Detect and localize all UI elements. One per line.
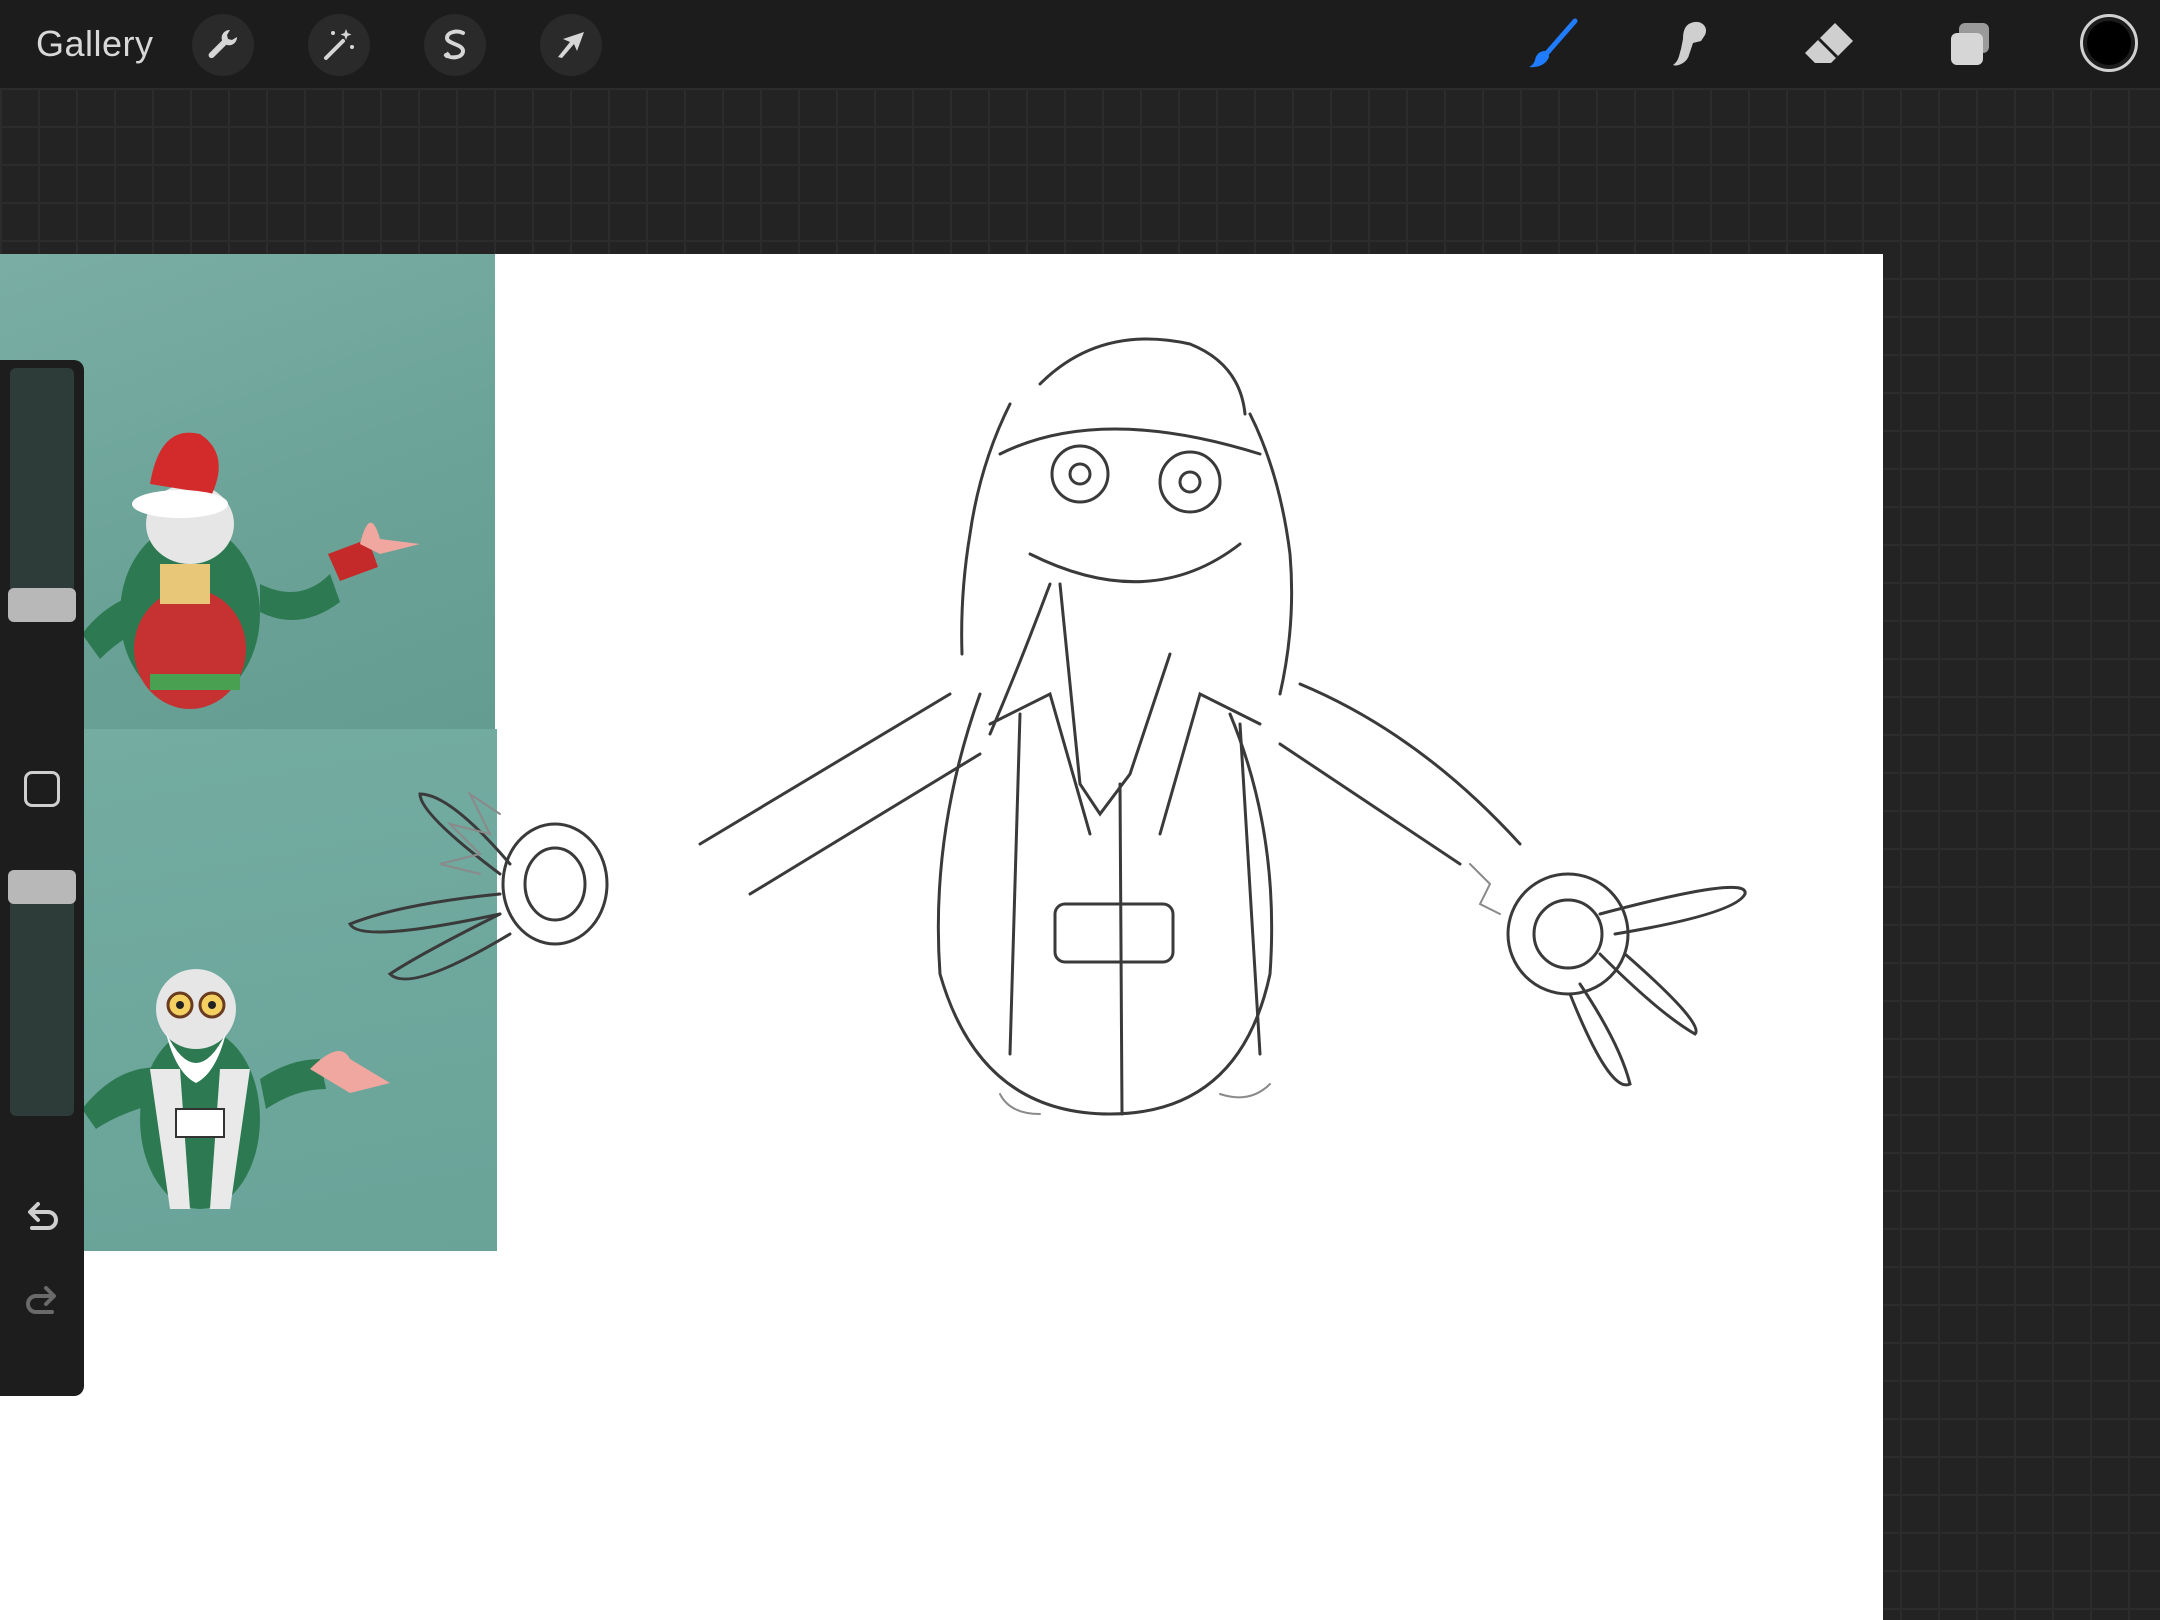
selection-button[interactable]: [424, 14, 486, 76]
brush-size-thumb[interactable]: [8, 588, 76, 622]
opacity-thumb[interactable]: [8, 870, 76, 904]
modify-button[interactable]: [24, 771, 60, 807]
layers-icon: [1951, 23, 1989, 65]
left-sidebar: [0, 360, 84, 1396]
brush-tool-button[interactable]: [1518, 10, 1588, 80]
drawing-canvas[interactable]: [0, 254, 1883, 1620]
current-color-swatch: [2087, 21, 2131, 65]
transform-button[interactable]: [540, 14, 602, 76]
color-picker-button[interactable]: [2080, 14, 2138, 72]
wrench-icon: [208, 29, 238, 59]
smudge-tool-button[interactable]: [1656, 10, 1726, 80]
redo-button[interactable]: [20, 1282, 64, 1326]
pencil-sketch: [347, 337, 1747, 1116]
eraser-tool-button[interactable]: [1794, 10, 1864, 80]
redo-icon: [26, 1286, 56, 1314]
selection-icon: [443, 29, 466, 60]
gallery-button[interactable]: Gallery: [36, 22, 154, 66]
adjustments-button[interactable]: [308, 14, 370, 76]
top-toolbar: Gallery: [0, 0, 2160, 88]
transform-arrow-icon: [558, 32, 584, 58]
layers-button[interactable]: [1936, 10, 2006, 80]
brush-size-slider[interactable]: [8, 368, 76, 622]
undo-button[interactable]: [20, 1198, 64, 1242]
magic-wand-icon: [324, 29, 354, 60]
opacity-slider[interactable]: [8, 870, 76, 1116]
brush-icon: [1529, 18, 1578, 68]
undo-icon: [28, 1202, 58, 1230]
smudge-icon: [1673, 21, 1707, 66]
eraser-icon: [1805, 23, 1853, 63]
actions-button[interactable]: [192, 14, 254, 76]
